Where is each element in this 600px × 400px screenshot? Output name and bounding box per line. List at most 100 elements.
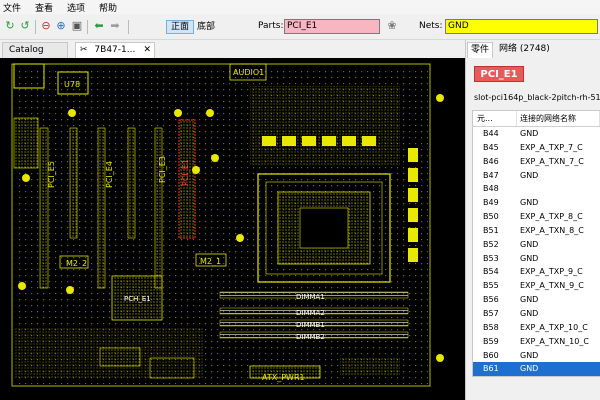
net-name: EXP_A_TXN_8_C: [520, 225, 584, 235]
m2-2-label: M2_2: [66, 259, 87, 268]
tab-board-label: 7B47-1...: [94, 45, 136, 55]
net-name: EXP_A_TXP_10_C: [520, 322, 588, 332]
table-row[interactable]: B60 GND: [473, 349, 600, 363]
table-row[interactable]: B47 GND: [473, 169, 600, 183]
table-row[interactable]: B46 EXP_A_TXN_7_C: [473, 155, 600, 169]
pin-number: B50: [483, 212, 499, 222]
fit-view-icon[interactable]: ▣: [70, 19, 84, 33]
table-row[interactable]: B50 EXP_A_TXP_8_C: [473, 210, 600, 224]
zoom-out-icon[interactable]: ⊖: [39, 19, 53, 33]
bottom-right-components: [340, 358, 400, 376]
parts-search-input[interactable]: PCI_E1: [284, 19, 380, 34]
table-row[interactable]: B54 EXP_A_TXP_9_C: [473, 265, 600, 279]
tab-parts[interactable]: 零件: [467, 42, 494, 58]
pin-number: B46: [483, 156, 499, 166]
mounting-hole: [192, 166, 200, 174]
menu-options[interactable]: 选项: [67, 1, 85, 14]
cpu-socket-center: [299, 207, 349, 249]
table-row[interactable]: B58 EXP_A_TXP_10_C: [473, 321, 600, 335]
mounting-hole: [211, 154, 219, 162]
net-name: GND: [520, 198, 539, 208]
menu-file[interactable]: 文件: [3, 1, 21, 14]
pin-number: B61: [483, 364, 499, 374]
arrow-right-icon[interactable]: ➡: [108, 19, 122, 33]
net-name: GND: [520, 239, 539, 249]
pin-number: B60: [483, 350, 499, 360]
net-column-header[interactable]: 连接的网络名称: [517, 111, 600, 126]
io-connector: [13, 117, 39, 169]
front-side-button[interactable]: 正面: [166, 20, 195, 34]
bottom-chip: [99, 347, 141, 367]
pin-number: B45: [483, 142, 499, 152]
table-row[interactable]: B61 GND: [473, 362, 600, 377]
pci-slot-e2b[interactable]: [154, 127, 163, 289]
mounting-hole: [66, 286, 74, 294]
net-name: GND: [520, 253, 539, 263]
close-icon[interactable]: ✕: [143, 43, 151, 58]
pcb-board-view[interactable]: U78 AUDIO1 PCI_E5 PCI_E4 PCI_E3 PCI_E1 M…: [0, 58, 465, 400]
arrow-left-icon[interactable]: ⬅: [92, 19, 106, 33]
tab-catalog[interactable]: Catalog: [2, 42, 68, 58]
pci-slot-e5[interactable]: [39, 127, 49, 289]
pin-number: B58: [483, 322, 499, 332]
table-row[interactable]: B49 GND: [473, 196, 600, 210]
vrm-area: [250, 86, 400, 166]
table-row[interactable]: B57 GND: [473, 307, 600, 321]
refresh-icon[interactable]: ↻: [3, 19, 17, 33]
reload-icon[interactable]: ↺: [18, 19, 32, 33]
pin-number: B52: [483, 239, 499, 249]
menu-help[interactable]: 帮助: [99, 1, 117, 14]
table-row[interactable]: B55 EXP_A_TXN_9_C: [473, 279, 600, 293]
toolbar-divider: [35, 20, 36, 34]
net-name: EXP_A_TXP_8_C: [520, 212, 583, 222]
mounting-hole: [236, 234, 244, 242]
mounting-hole: [174, 109, 182, 117]
pci-slot-e4[interactable]: [69, 127, 78, 239]
pci-e1-label: PCI_E1: [181, 159, 190, 186]
table-row[interactable]: B48: [473, 182, 600, 196]
pin-number: B51: [483, 225, 499, 235]
mounting-hole: [206, 109, 214, 117]
mounting-hole: [436, 94, 444, 102]
pci-slot-e2[interactable]: [127, 127, 136, 239]
pin-column-header[interactable]: 元...: [473, 111, 517, 126]
zoom-in-icon[interactable]: ⊕: [54, 19, 68, 33]
net-name: GND: [520, 308, 539, 318]
table-row[interactable]: B45 EXP_A_TXP_7_C: [473, 141, 600, 155]
toolbar-divider: [128, 20, 129, 34]
bottom-side-button[interactable]: 底部: [192, 20, 220, 34]
nets-search-input[interactable]: GND: [445, 19, 598, 34]
lightbulb-icon[interactable]: ❀: [385, 19, 399, 33]
table-row[interactable]: B59 EXP_A_TXN_10_C: [473, 335, 600, 349]
scissors-icon: ✂: [80, 45, 88, 55]
menu-view[interactable]: 查看: [35, 1, 53, 14]
pin-number: B53: [483, 253, 499, 263]
nets-label: Nets:: [419, 21, 443, 31]
table-row[interactable]: B56 GND: [473, 293, 600, 307]
part-name-badge: PCI_E1: [474, 66, 524, 82]
pci-e3-label: PCI_E3: [158, 156, 167, 183]
net-name: GND: [520, 364, 539, 374]
mounting-hole: [22, 174, 30, 182]
mounting-hole: [68, 109, 76, 117]
table-row[interactable]: B52 GND: [473, 238, 600, 252]
pin-number: B54: [483, 267, 499, 277]
pci-slot-e3[interactable]: [97, 127, 106, 289]
pin-number: B47: [483, 170, 499, 180]
table-row[interactable]: B44 GND: [473, 127, 600, 141]
tab-board[interactable]: ✂ 7B47-1... ✕: [75, 42, 155, 58]
table-row[interactable]: B51 EXP_A_TXN_8_C: [473, 224, 600, 238]
pch-label: PCH_E1: [124, 295, 151, 303]
net-name: GND: [520, 295, 539, 305]
net-name: EXP_A_TXN_7_C: [520, 156, 584, 166]
toolbar: ↻ ↺ ⊖ ⊕ ▣ ⬅ ➡ 正面 底部 Parts: PCI_E1 ❀ Nets…: [0, 14, 600, 40]
mounting-hole: [18, 282, 26, 290]
table-row[interactable]: B53 GND: [473, 252, 600, 266]
pcb-canvas[interactable]: U78 AUDIO1 PCI_E5 PCI_E4 PCI_E3 PCI_E1 M…: [0, 58, 465, 400]
footprint-name: slot-pci164p_black-2pitch-rh-51: [474, 93, 600, 102]
net-name: [517, 182, 600, 196]
document-tabbar: Catalog ✂ 7B47-1... ✕: [0, 40, 465, 58]
net-name: EXP_A_TXN_9_C: [520, 281, 584, 291]
tab-nets[interactable]: 网络 (2748): [496, 42, 553, 58]
net-name: GND: [520, 129, 539, 138]
